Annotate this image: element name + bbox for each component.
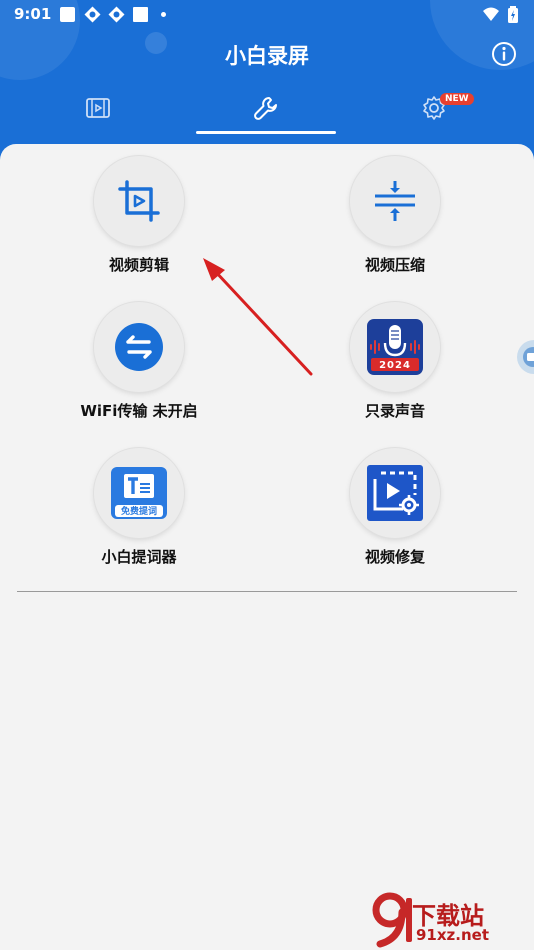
watermark-url: 91xz.net: [416, 926, 490, 944]
new-badge: NEW: [440, 93, 474, 105]
tool-teleprompter-label: 小白提词器: [101, 548, 177, 566]
app-header: 9:01 小白录屏 NEW: [0, 0, 534, 145]
shield-icon: [84, 6, 101, 23]
battery-icon: [508, 6, 518, 23]
tool-video-edit-label: 视频剪辑: [108, 256, 169, 274]
wrench-icon: [254, 97, 277, 120]
square-icon: [60, 7, 75, 22]
square-icon: [133, 7, 148, 22]
info-icon: [492, 42, 516, 66]
tool-video-compress[interactable]: 视频压缩: [295, 156, 495, 286]
tool-video-repair-button[interactable]: [350, 448, 440, 538]
teleprompter-free-badge: 免费提词: [120, 507, 157, 517]
tool-video-repair-label: 视频修复: [364, 548, 425, 566]
info-button[interactable]: [490, 40, 518, 68]
wifi-icon: [483, 7, 499, 21]
tab-settings[interactable]: [364, 82, 504, 134]
video-repair-icon: [367, 465, 423, 521]
watermark: 下载站 91xz.net: [372, 888, 534, 950]
tab-video-list[interactable]: [28, 82, 168, 134]
tool-video-edit[interactable]: 视频剪辑: [39, 156, 239, 286]
tool-wifi-transfer-button[interactable]: [94, 302, 184, 392]
compress-icon: [375, 181, 415, 221]
tool-video-edit-button[interactable]: [94, 156, 184, 246]
tool-audio-record-button[interactable]: [350, 302, 440, 392]
film-icon: [86, 98, 110, 118]
tool-video-compress-button[interactable]: [350, 156, 440, 246]
shield-icon: [108, 6, 125, 23]
tool-video-repair[interactable]: 视频修复: [295, 448, 495, 578]
tab-bar: [0, 82, 534, 134]
dot-icon: [161, 12, 166, 17]
tool-teleprompter[interactable]: 免费提词 小白提词器: [39, 448, 239, 578]
watermark-logo-icon: [372, 892, 412, 948]
divider: [17, 591, 517, 592]
status-bar: 9:01: [0, 0, 534, 30]
tool-video-compress-label: 视频压缩: [364, 256, 425, 274]
tools-panel: 视频剪辑 视频压缩 WiFi传输 未开启 2024 只录声音 免费提词 小白提词…: [0, 144, 534, 950]
transfer-icon: [115, 323, 163, 371]
tool-audio-record[interactable]: 2024 只录声音: [295, 302, 495, 432]
tab-tools[interactable]: [196, 82, 336, 134]
floating-video-icon: [523, 347, 534, 367]
mic-year-badge: 2024: [379, 360, 411, 371]
page-title: 小白录屏: [225, 44, 309, 68]
crop-play-icon: [118, 180, 160, 222]
status-time: 9:01: [14, 5, 52, 23]
tool-wifi-transfer[interactable]: WiFi传输 未开启: [39, 302, 239, 432]
tool-teleprompter-button[interactable]: [94, 448, 184, 538]
tool-audio-record-label: 只录声音: [364, 402, 425, 420]
tool-wifi-transfer-label: WiFi传输 未开启: [80, 402, 198, 420]
